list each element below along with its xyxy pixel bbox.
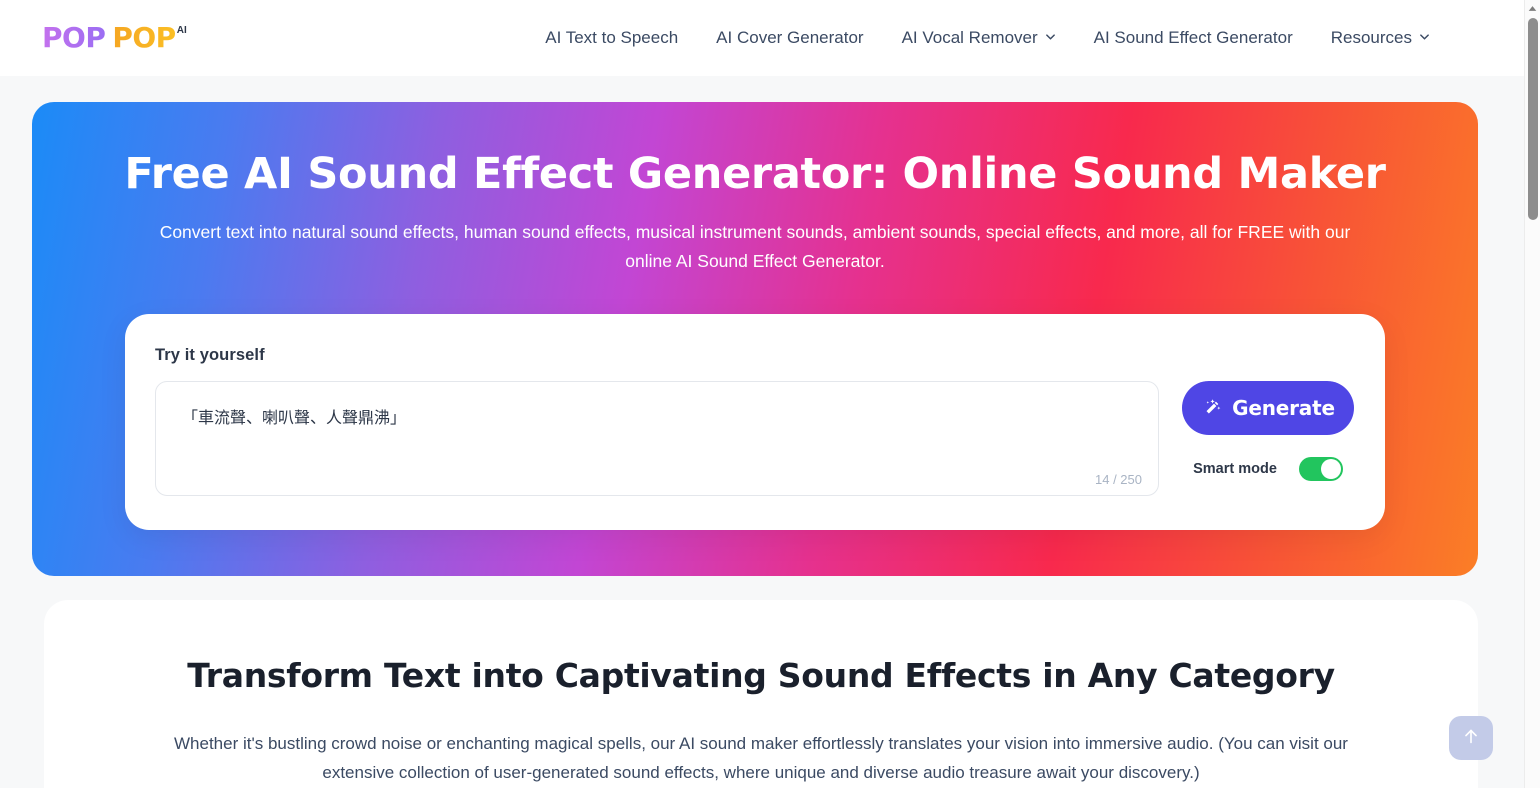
nav-item-vocal-remover[interactable]: AI Vocal Remover [883, 18, 1075, 58]
arrow-up-icon [1460, 725, 1482, 752]
try-it-label: Try it yourself [155, 345, 265, 364]
character-counter: 14 / 250 [1095, 471, 1142, 487]
logo-text-pop2: POP [112, 21, 176, 54]
nav-item-resources[interactable]: Resources [1312, 18, 1449, 58]
brand-logo[interactable]: POP POP AI [42, 24, 187, 52]
generator-input-row: 「車流聲、喇叭聲、人聲鼎沸」 14 / 250 Generate Smart m… [155, 380, 1355, 496]
smart-mode-label: Smart mode [1193, 460, 1277, 477]
smart-mode-row: Smart mode [1193, 456, 1343, 481]
logo-text-ai: AI [176, 25, 187, 36]
smart-mode-toggle[interactable] [1298, 456, 1343, 481]
vertical-scrollbar[interactable] [1524, 0, 1540, 788]
generate-button[interactable]: Generate [1182, 380, 1354, 435]
nav-item-text-to-speech[interactable]: AI Text to Speech [526, 18, 697, 58]
transform-text-section: Transform Text into Captivating Sound Ef… [44, 599, 1478, 788]
nav-label: AI Cover Generator [716, 28, 864, 47]
page-title: Free AI Sound Effect Generator: Online S… [124, 149, 1386, 199]
toggle-knob [1320, 458, 1341, 479]
prompt-textarea[interactable]: 「車流聲、喇叭聲、人聲鼎沸」 [156, 382, 1158, 442]
generate-button-label: Generate [1232, 395, 1335, 420]
logo-text-pop1: POP [42, 21, 106, 54]
nav-item-cover-generator[interactable]: AI Cover Generator [697, 18, 882, 58]
try-it-yourself-card: Try it yourself 「車流聲、喇叭聲、人聲鼎沸」 14 / 250 [125, 313, 1385, 530]
page-scroll-area: POP POP AI AI Text to Speech AI Cover Ge… [0, 0, 1524, 788]
scrollbar-thumb[interactable] [1528, 18, 1538, 220]
nav-label: AI Vocal Remover [901, 28, 1038, 47]
nav-label: AI Sound Effect Generator [1093, 28, 1293, 47]
scrollbar-up-arrow-icon[interactable] [1525, 0, 1540, 16]
nav-item-sound-effect-generator[interactable]: AI Sound Effect Generator [1075, 18, 1312, 58]
prompt-textarea-wrapper[interactable]: 「車流聲、喇叭聲、人聲鼎沸」 14 / 250 [155, 380, 1159, 496]
chevron-down-icon [1045, 31, 1056, 42]
chevron-down-icon [1419, 31, 1430, 42]
nav-label: Resources [1330, 28, 1412, 47]
magic-wand-icon [1201, 397, 1223, 419]
generate-column: Generate Smart mode [1181, 380, 1355, 481]
section-title: Transform Text into Captivating Sound Ef… [187, 655, 1335, 695]
hero-subtitle: Convert text into natural sound effects,… [159, 222, 1351, 272]
site-header: POP POP AI AI Text to Speech AI Cover Ge… [0, 0, 1524, 76]
nav-label: AI Text to Speech [545, 28, 679, 47]
hero-banner: Free AI Sound Effect Generator: Online S… [32, 102, 1478, 576]
section-body-text: Whether it's bustling crowd noise or enc… [174, 733, 1348, 783]
main-navigation: AI Text to Speech AI Cover Generator AI … [526, 18, 1449, 58]
scroll-to-top-button[interactable] [1449, 716, 1493, 760]
